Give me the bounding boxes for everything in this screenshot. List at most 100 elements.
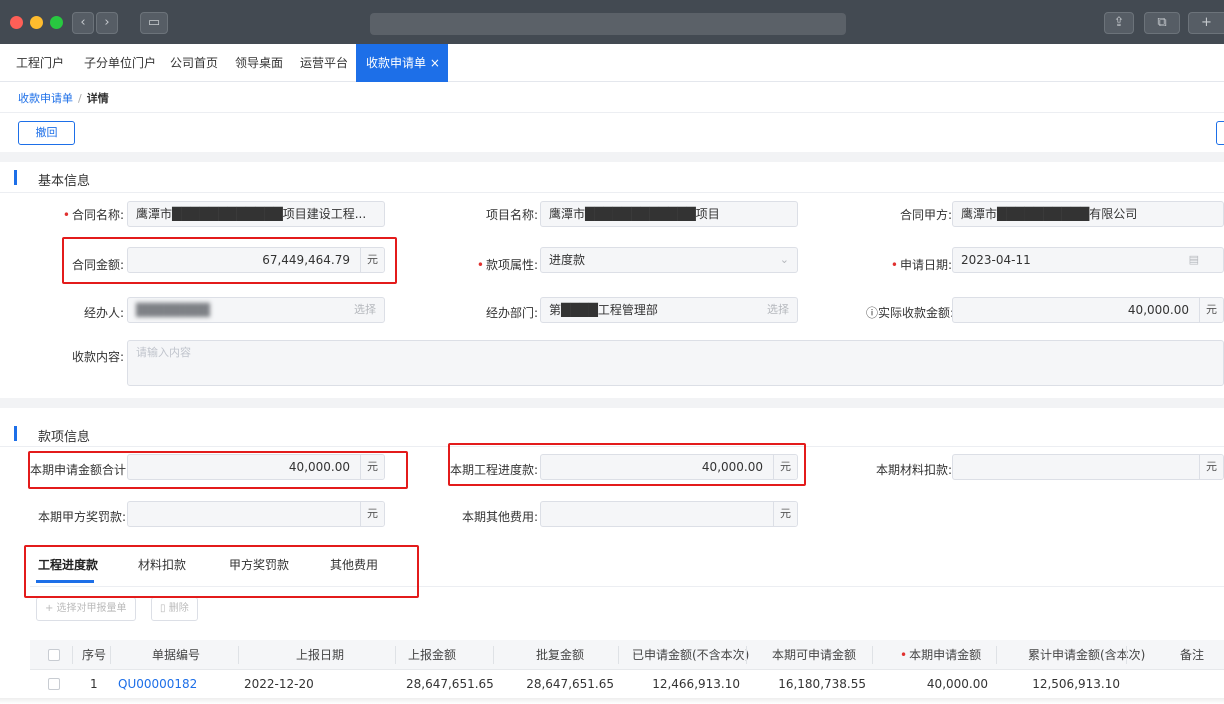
period-material-label: 本期材料扣款: (875, 463, 952, 477)
col-header-doc-no: 单据编号 (152, 648, 201, 662)
section-gap (0, 152, 1224, 162)
share-icon[interactable]: ⇪ (1104, 12, 1134, 34)
back-nav-icon[interactable]: ‹ (72, 12, 94, 34)
tab-receipt-application[interactable]: 收款申请单 × (356, 44, 448, 82)
delete-button-label: 删除 (168, 603, 189, 614)
browser-titlebar: ‹ › ▭ ⇪ ⧉ + (0, 0, 1224, 44)
cell-cumulative: 12,506,913.10 (1032, 677, 1120, 691)
basic-info-header: 基本信息 (0, 164, 1224, 192)
cell-report-amount: 28,647,651.65 (406, 677, 494, 691)
actual-receipt-unit: 元 (1199, 298, 1223, 322)
tab-leader-desktop[interactable]: 领导桌面 (235, 44, 283, 82)
contract-name-label: • 合同名称: (62, 208, 124, 222)
project-name-label: 项目名称: (485, 208, 538, 222)
handler-field[interactable]: ████████ 选择 (127, 297, 385, 323)
col-sep (746, 646, 747, 664)
chevron-down-icon: ⌄ (779, 253, 789, 266)
cell-report-date: 2022-12-20 (244, 677, 314, 691)
section-gap (0, 398, 1224, 408)
header-divider (0, 112, 1224, 113)
breadcrumb-parent-link[interactable]: 收款申请单 (18, 92, 73, 105)
help-circle-icon[interactable]: ⓘ (866, 306, 878, 320)
row-checkbox[interactable] (48, 678, 60, 690)
period-reward-unit: 元 (360, 502, 384, 526)
payment-type-select[interactable]: 进度款 ⌄ (540, 247, 798, 273)
col-header-report-date: 上报日期 (296, 648, 345, 662)
apply-date-value: 2023-04-11 (961, 253, 1031, 267)
maximize-window-button[interactable] (50, 16, 63, 29)
tab-project-portal[interactable]: 工程门户 (16, 44, 64, 82)
col-header-report-amount: 上报金额 (408, 648, 457, 662)
new-tab-icon[interactable]: + (1188, 12, 1224, 34)
department-label: 经办部门: (485, 306, 538, 320)
contract-name-value: 鹰潭市████████████项目建设工程... (136, 207, 367, 221)
department-select-button[interactable]: 选择 (767, 298, 789, 322)
period-other-label: 本期其他费用: (461, 510, 538, 524)
cell-available: 16,180,738.55 (778, 677, 866, 691)
handler-label: 经办人: (83, 306, 124, 320)
tab-sub-unit-portal[interactable]: 子分单位门户 (84, 44, 156, 82)
cell-applied-excl: 12,466,913.10 (652, 677, 740, 691)
actual-receipt-label: ⓘ实际收款金额: (866, 306, 955, 320)
contract-name-field[interactable]: 鹰潭市████████████项目建设工程... 选择 (127, 201, 385, 227)
cell-doc-no-link[interactable]: QU00000182 (118, 670, 197, 698)
minimize-window-button[interactable] (30, 16, 43, 29)
select-all-checkbox[interactable] (48, 649, 60, 661)
breadcrumb-current: 详情 (86, 92, 109, 105)
payment-type-value: 进度款 (549, 253, 586, 267)
cell-approved-amount: 28,647,651.65 (526, 677, 614, 691)
department-field[interactable]: 第████工程管理部 选择 (540, 297, 798, 323)
tab-ops-platform[interactable]: 运营平台 (300, 44, 348, 82)
period-other-field[interactable]: 元 (540, 501, 798, 527)
payment-info-title: 款项信息 (38, 430, 91, 445)
col-sep (493, 646, 494, 664)
actual-receipt-field[interactable]: 40,000.00 元 (952, 297, 1224, 323)
col-sep (110, 646, 111, 664)
tab-company-home[interactable]: 公司首页 (170, 44, 218, 82)
project-name-field[interactable]: 鹰潭市████████████项目 (540, 201, 798, 227)
actual-receipt-value: 40,000.00 (1127, 303, 1189, 317)
highlight-subtabs (24, 545, 419, 598)
col-header-index: 序号 (82, 648, 107, 662)
col-sep (618, 646, 619, 664)
browser-window: ‹ › ▭ ⇪ ⧉ + 工程门户 子分单位门户 公司首页 领导桌面 运营平台 收… (0, 0, 1224, 704)
handler-select-button[interactable]: 选择 (354, 298, 376, 322)
period-other-unit: 元 (773, 502, 797, 526)
handler-value: ████████ (136, 303, 210, 317)
forward-nav-icon[interactable]: › (96, 12, 118, 34)
sidebar-toggle-icon[interactable]: ▭ (140, 12, 168, 34)
select-report-button[interactable]: + 选择对甲报量单 (36, 597, 136, 621)
trash-icon: ▯ (160, 603, 166, 614)
party-a-label: 合同甲方: (899, 208, 952, 222)
col-sep (872, 646, 873, 664)
content-textarea[interactable]: 请输入内容 (127, 340, 1224, 386)
close-tab-icon[interactable]: × (430, 56, 440, 70)
col-header-remark: 备注 (1180, 648, 1205, 662)
period-material-field[interactable]: 元 (952, 454, 1224, 480)
content-label: 收款内容: (71, 350, 124, 364)
delete-button[interactable]: ▯ 删除 (151, 597, 198, 621)
party-a-field[interactable]: 鹰潭市██████████有限公司 (952, 201, 1224, 227)
cell-period-apply[interactable]: 40,000.00 (902, 670, 988, 698)
contract-select-button[interactable]: 选择 (354, 226, 376, 227)
col-sep (238, 646, 239, 664)
calendar-icon[interactable]: ▤ (1189, 248, 1199, 272)
close-window-button[interactable] (10, 16, 23, 29)
section-marker (14, 170, 17, 185)
table-row[interactable]: 1 QU00000182 2022-12-20 28,647,651.65 28… (30, 670, 1224, 698)
apply-date-label: • 申请日期: (890, 258, 952, 272)
tabs-overview-icon[interactable]: ⧉ (1144, 12, 1180, 34)
table-header: 序号 单据编号 上报日期 上报金额 批复金额 已申请金额(不含本次) 本期可申请… (30, 640, 1224, 670)
period-reward-field[interactable]: 元 (127, 501, 385, 527)
address-bar[interactable] (370, 13, 846, 35)
col-header-approved-amount: 批复金额 (536, 648, 585, 662)
apply-date-field[interactable]: 2023-04-11 ▤ (952, 247, 1224, 273)
highlight-period-total (28, 451, 408, 489)
col-header-cumulative: 累计申请金额(含本次) (1028, 648, 1146, 662)
highlight-contract-amount (62, 237, 397, 284)
col-sep (1126, 646, 1127, 664)
withdraw-button[interactable]: 撤回 (18, 121, 75, 145)
more-actions-button[interactable] (1216, 121, 1224, 145)
basic-info-title: 基本信息 (38, 174, 91, 189)
breadcrumb-separator: / (78, 92, 82, 105)
